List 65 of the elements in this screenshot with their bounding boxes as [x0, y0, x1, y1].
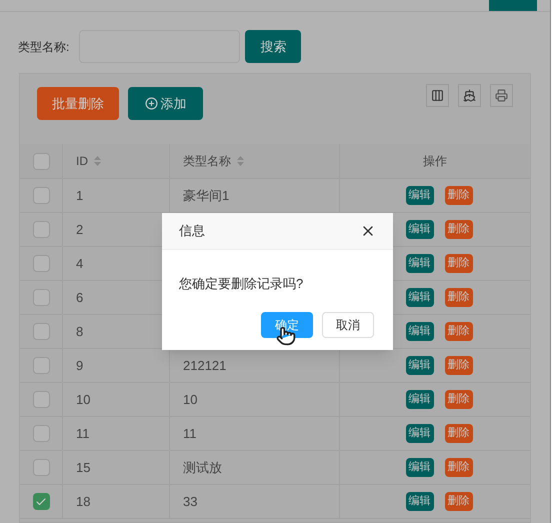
edit-button[interactable]: 编辑 [406, 390, 434, 409]
checkbox[interactable] [32, 391, 50, 408]
table-cell-text: 6 [76, 288, 84, 307]
table-cell-text: 18 [76, 492, 90, 511]
checkbox[interactable] [32, 357, 50, 374]
edit-button[interactable]: 编辑 [406, 254, 434, 273]
edit-button[interactable]: 编辑 [406, 220, 434, 239]
delete-button[interactable]: 删除 [444, 356, 472, 375]
edit-button[interactable]: 编辑 [406, 424, 434, 443]
table-cell-text: 11 [183, 424, 196, 443]
edit-button[interactable]: 编辑 [406, 186, 434, 205]
checkbox[interactable] [32, 255, 50, 272]
table-cell-text: 1 [76, 186, 84, 205]
delete-button[interactable]: 删除 [444, 492, 472, 511]
table-cell-text: 11 [76, 424, 90, 443]
table-cell-text: 豪华间1 [183, 186, 230, 205]
sort-icon[interactable] [237, 156, 244, 166]
delete-button[interactable]: 删除 [444, 254, 472, 273]
print-icon[interactable] [490, 84, 513, 107]
edit-button[interactable]: 编辑 [406, 356, 434, 375]
ship-icon[interactable] [458, 84, 481, 107]
dialog-title: 信息 [179, 222, 205, 240]
header-tab[interactable] [489, 0, 537, 11]
table-cell-text: 33 [183, 492, 198, 511]
table-cell-text: 10 [76, 390, 90, 409]
column-header[interactable]: ID [76, 152, 88, 170]
columns-icon[interactable] [426, 84, 449, 107]
sort-icon[interactable] [94, 156, 101, 166]
edit-button[interactable]: 编辑 [406, 322, 434, 341]
edit-button[interactable]: 编辑 [406, 492, 434, 511]
column-header[interactable]: 操作 [423, 152, 447, 170]
table-cell-text: 4 [76, 254, 84, 273]
check-icon [35, 496, 47, 508]
delete-button[interactable]: 删除 [444, 220, 472, 239]
cancel-button[interactable]: 取消 [322, 312, 374, 338]
table-cell-text: 212121 [183, 356, 226, 375]
table-cell-text: 10 [183, 390, 198, 409]
delete-button[interactable]: 删除 [444, 390, 472, 409]
table-cell-text: 2 [76, 220, 84, 239]
checkbox[interactable] [32, 187, 50, 204]
search-button[interactable]: 搜索 [245, 30, 302, 63]
table-cell-text: 测试放 [183, 458, 222, 477]
column-header[interactable]: 类型名称 [183, 152, 231, 170]
delete-button[interactable]: 删除 [444, 458, 472, 477]
delete-button[interactable]: 删除 [444, 322, 472, 341]
checkbox[interactable] [32, 289, 50, 306]
table-cell-text: 9 [76, 356, 84, 375]
checkbox[interactable] [32, 152, 50, 170]
batch-delete-button[interactable]: 批量删除 [37, 87, 119, 120]
dialog-message: 您确定要删除记录吗? [179, 276, 304, 291]
delete-button[interactable]: 删除 [444, 288, 472, 307]
delete-button[interactable]: 删除 [444, 186, 472, 205]
checkbox[interactable] [32, 221, 50, 238]
delete-button[interactable]: 删除 [444, 424, 472, 443]
edit-button[interactable]: 编辑 [406, 458, 434, 477]
checkbox[interactable] [32, 493, 50, 510]
plus-icon [144, 97, 158, 110]
checkbox[interactable] [32, 323, 50, 340]
add-button[interactable]: 添加 [128, 87, 203, 120]
table-cell-text: 8 [76, 322, 84, 341]
checkbox[interactable] [32, 459, 50, 476]
table-cell-text: 15 [76, 458, 90, 477]
checkbox[interactable] [32, 425, 50, 442]
search-label: 类型名称: [18, 38, 70, 56]
edit-button[interactable]: 编辑 [406, 288, 434, 307]
